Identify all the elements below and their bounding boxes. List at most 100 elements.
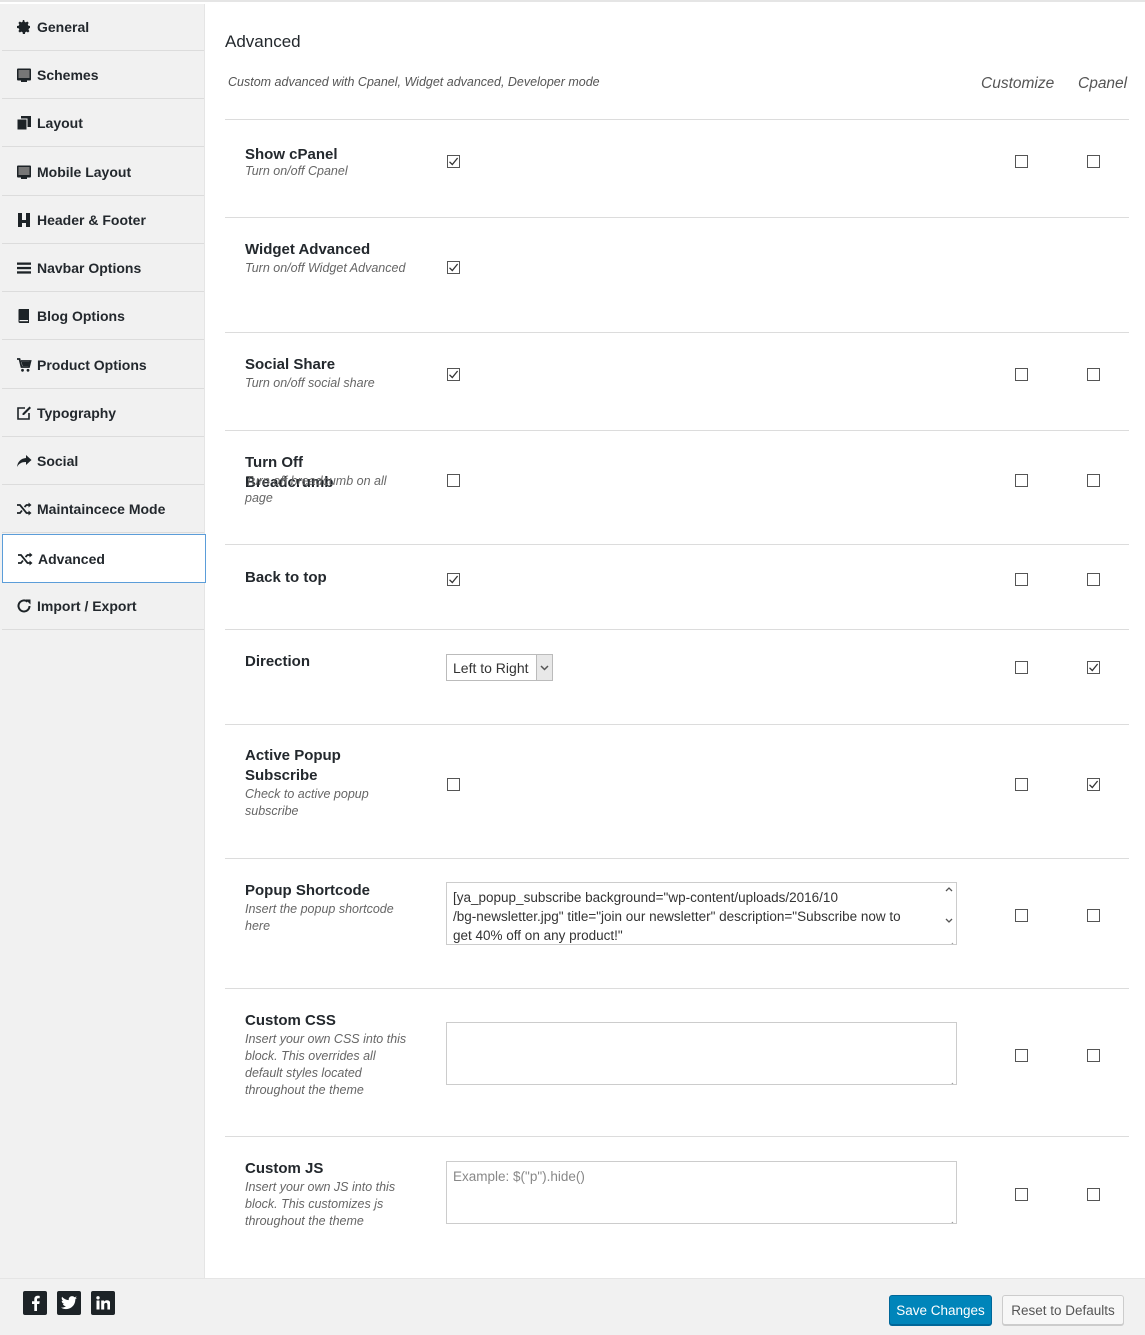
setting-row: Custom JS Insert your own JS into this bl… — [225, 1136, 1129, 1278]
twitter-icon[interactable] — [57, 1291, 81, 1315]
setting-row: Turn Off Breadcrumb Turn off breadcumb on… — [225, 430, 1129, 544]
cpanel-checkbox[interactable] — [1087, 1188, 1100, 1201]
setting-description: Turn off breadcumb on all page — [245, 474, 387, 505]
gear-icon — [16, 19, 32, 35]
sidebar-item-navbar-options[interactable]: Navbar Options — [2, 245, 204, 292]
chevron-down-icon — [536, 655, 552, 680]
sidebar-item-label: Social — [37, 453, 79, 469]
cpanel-checkbox[interactable] — [1087, 573, 1100, 586]
customize-checkbox[interactable] — [1015, 155, 1028, 168]
linkedin-icon[interactable] — [91, 1291, 115, 1315]
sidebar-item-label: Mobile Layout — [37, 164, 132, 180]
cpanel-checkbox[interactable] — [1087, 474, 1100, 487]
setting-row: Active Popup Subscribe Check to active po… — [225, 724, 1129, 858]
customize-checkbox[interactable] — [1015, 1188, 1028, 1201]
copy-icon — [16, 115, 32, 131]
sidebar-item-import-export[interactable]: Import / Export — [2, 583, 204, 630]
setting-title: Active Popup Subscribe — [245, 747, 341, 784]
customize-checkbox[interactable] — [1015, 909, 1028, 922]
customize-checkbox[interactable] — [1015, 573, 1028, 586]
sidebar-item-mobile-layout[interactable]: Mobile Layout — [2, 149, 204, 196]
book-icon — [16, 308, 32, 324]
setting-checkbox[interactable] — [447, 368, 460, 381]
page-title: Advanced — [225, 32, 301, 51]
textarea-value: [ya_popup_subscribe background="wp-conte… — [453, 890, 901, 943]
popup-shortcode-textarea[interactable]: [ya_popup_subscribe background="wp-conte… — [446, 882, 957, 945]
column-header-customize: Customize — [981, 75, 1055, 92]
direction-select[interactable]: Left to Right — [446, 654, 553, 681]
textarea-scrollbar[interactable] — [944, 885, 954, 925]
setting-row: Back to top — [225, 544, 1129, 629]
setting-description: Turn on/off social share — [245, 376, 375, 390]
setting-row: Custom CSS Insert your own CSS into this … — [225, 988, 1129, 1136]
setting-checkbox[interactable] — [447, 474, 460, 487]
setting-title: Custom JS — [245, 1160, 324, 1177]
setting-row: Social Share Turn on/off social share — [225, 332, 1129, 430]
setting-checkbox[interactable] — [447, 778, 460, 791]
main-panel: Advanced Custom advanced with Cpanel, Wi… — [205, 4, 1145, 1278]
setting-description: Insert the popup shortcode here — [245, 902, 394, 933]
sidebar-item-label: Navbar Options — [37, 260, 142, 276]
cpanel-checkbox[interactable] — [1087, 368, 1100, 381]
sidebar-item-maintaincece-mode[interactable]: Maintaincece Mode — [2, 486, 204, 533]
setting-title: Direction — [245, 653, 311, 670]
sidebar-item-blog-options[interactable]: Blog Options — [2, 293, 204, 340]
sidebar-item-advanced[interactable]: Advanced — [2, 534, 206, 583]
sidebar-item-general[interactable]: General — [2, 4, 204, 51]
monitor-icon — [16, 67, 32, 83]
select-value: Left to Right — [453, 659, 529, 676]
edit-icon — [16, 405, 32, 421]
textarea-placeholder: Example: $("p").hide() — [453, 1169, 585, 1184]
customize-checkbox[interactable] — [1015, 778, 1028, 791]
sidebar-item-product-options[interactable]: Product Options — [2, 342, 204, 389]
cart-icon — [16, 357, 32, 373]
sidebar-item-label: Product Options — [37, 357, 147, 373]
sidebar-item-social[interactable]: Social — [2, 438, 204, 485]
cpanel-checkbox[interactable] — [1087, 155, 1100, 168]
sidebar-item-label: General — [37, 19, 90, 35]
cpanel-checkbox[interactable] — [1087, 778, 1100, 791]
setting-description: Turn on/off Cpanel — [245, 164, 348, 178]
header-icon — [16, 212, 32, 228]
reset-to-defaults-button[interactable]: Reset to Defaults — [1002, 1295, 1124, 1325]
sidebar-item-label: Schemes — [37, 67, 99, 83]
setting-description: Insert your own CSS into this block. Thi… — [245, 1032, 407, 1097]
setting-title: Widget Advanced — [245, 241, 371, 258]
resize-handle-icon[interactable] — [946, 1214, 954, 1223]
section-description: Custom advanced with Cpanel, Widget adva… — [228, 75, 600, 89]
customize-checkbox[interactable] — [1015, 474, 1028, 487]
save-changes-button[interactable]: Save Changes — [889, 1295, 992, 1325]
customize-checkbox[interactable] — [1015, 368, 1028, 381]
share-icon — [16, 453, 32, 469]
customize-checkbox[interactable] — [1015, 661, 1028, 674]
sidebar-item-layout[interactable]: Layout — [2, 100, 204, 147]
custom-css-textarea[interactable] — [446, 1022, 957, 1085]
sidebar-item-label: Import / Export — [37, 598, 137, 614]
setting-row: Direction Left to Right — [225, 629, 1129, 724]
shuffle-icon — [17, 551, 33, 567]
sidebar-item-header-footer[interactable]: Header & Footer — [2, 197, 204, 244]
setting-checkbox[interactable] — [447, 261, 460, 274]
setting-row: Show cPanel Turn on/off Cpanel — [225, 119, 1129, 217]
sidebar-item-label: Blog Options — [37, 308, 125, 324]
facebook-icon[interactable] — [23, 1291, 47, 1315]
bars-icon — [16, 260, 32, 276]
setting-title: Back to top — [245, 569, 327, 586]
setting-description: Insert your own JS into this block. This… — [245, 1180, 396, 1228]
cpanel-checkbox[interactable] — [1087, 661, 1100, 674]
setting-checkbox[interactable] — [447, 573, 460, 586]
cpanel-checkbox[interactable] — [1087, 1049, 1100, 1062]
resize-handle-icon[interactable] — [946, 1075, 954, 1084]
customize-checkbox[interactable] — [1015, 1049, 1028, 1062]
setting-title: Popup Shortcode — [245, 882, 370, 899]
custom-js-textarea[interactable]: Example: $("p").hide() — [446, 1161, 957, 1224]
resize-handle-icon[interactable] — [946, 935, 954, 944]
options-panel: General Schemes Layout Mobile Layout Header … — [0, 0, 1145, 1335]
sidebar-item-label: Layout — [37, 115, 83, 131]
cpanel-checkbox[interactable] — [1087, 909, 1100, 922]
sidebar-item-schemes[interactable]: Schemes — [2, 52, 204, 99]
footer: Save Changes Reset to Defaults — [0, 1278, 1145, 1335]
setting-row: Popup Shortcode Insert the popup shortcod… — [225, 858, 1129, 988]
setting-checkbox[interactable] — [447, 155, 460, 168]
sidebar-item-typography[interactable]: Typography — [2, 390, 204, 437]
